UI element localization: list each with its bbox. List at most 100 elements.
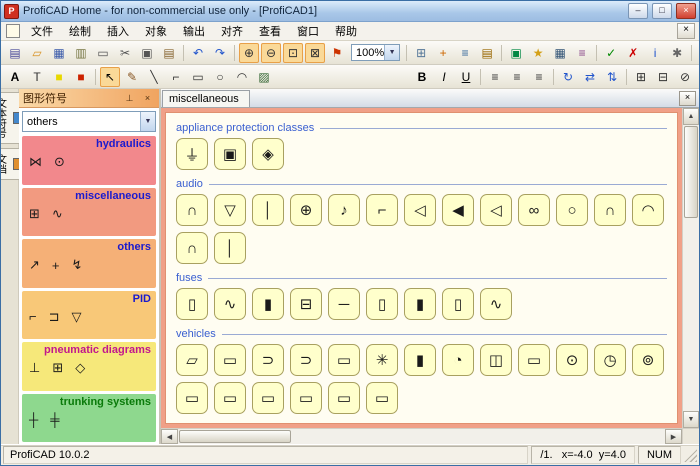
redo-icon[interactable]: ↷ (210, 43, 230, 63)
undo-icon[interactable]: ↶ (188, 43, 208, 63)
layers-icon[interactable]: ≡ (455, 43, 475, 63)
pin-icon[interactable]: ⊥ (122, 91, 137, 106)
symbol-button[interactable]: ─ (328, 288, 360, 320)
symbol-button[interactable]: ▯ (366, 288, 398, 320)
symbol-button[interactable]: ▯ (176, 288, 208, 320)
polyline-tool-icon[interactable]: ⌐ (166, 67, 186, 87)
symbol-button[interactable]: ▣ (214, 138, 246, 170)
symbol-button[interactable]: ▽ (214, 194, 246, 226)
symbol-button[interactable]: ▭ (328, 382, 360, 414)
symbol-button[interactable]: ∞ (518, 194, 550, 226)
symbol-button[interactable]: ♪ (328, 194, 360, 226)
zoom-dropdown-arrow-icon[interactable]: ▼ (384, 45, 399, 60)
align-left-icon[interactable]: ≡ (485, 67, 505, 87)
zoom-combobox[interactable]: 100% ▼ (351, 44, 400, 61)
rotate-icon[interactable]: ↻ (558, 67, 578, 87)
pages-icon[interactable]: ▤ (477, 43, 497, 63)
category-symbol-glyph[interactable]: ⊐ (49, 309, 60, 325)
fill-color-icon[interactable]: ■ (49, 67, 69, 87)
symbol-button[interactable]: ◁ (404, 194, 436, 226)
symbol-button[interactable]: ▭ (214, 344, 246, 376)
menu-item-6[interactable]: 对齐 (213, 21, 251, 41)
import-icon[interactable]: ▥ (71, 43, 91, 63)
symbol-button[interactable]: ◁ (480, 194, 512, 226)
symbol-button[interactable]: ▯ (442, 288, 474, 320)
tab-miscellaneous[interactable]: miscellaneous (162, 90, 250, 107)
symbol-button[interactable]: ◠ (632, 194, 664, 226)
category-trunking-systems[interactable]: trunking systems┼╪ (22, 394, 156, 443)
symbol-button[interactable]: ∩ (176, 194, 208, 226)
arc-tool-icon[interactable]: ◠ (232, 67, 252, 87)
menu-item-2[interactable]: 绘制 (61, 21, 99, 41)
category-symbol-glyph[interactable]: ⊞ (29, 206, 40, 222)
symbol-button[interactable]: ◷ (594, 344, 626, 376)
text-list-icon[interactable]: ≡ (572, 43, 592, 63)
line-color-icon[interactable]: ■ (71, 67, 91, 87)
symbol-button[interactable]: ▮ (404, 288, 436, 320)
symbol-button[interactable]: ▭ (176, 382, 208, 414)
symbol-button[interactable]: ◔ (442, 344, 474, 376)
grid-icon[interactable]: ⊞ (411, 43, 431, 63)
flip-vertical-icon[interactable]: ⇅ (602, 67, 622, 87)
symbol-button[interactable]: │ (252, 194, 284, 226)
cut-icon[interactable]: ✂ (115, 43, 135, 63)
menu-item-4[interactable]: 对象 (137, 21, 175, 41)
category-hydraulics[interactable]: hydraulics⋈⊙ (22, 136, 156, 185)
category-pid[interactable]: PID⌐⊐▽ (22, 291, 156, 340)
symbol-button[interactable]: ∿ (214, 288, 246, 320)
settings-icon[interactable]: ✱ (667, 43, 687, 63)
symbol-button[interactable]: ▮ (252, 288, 284, 320)
symbol-button[interactable]: ◈ (252, 138, 284, 170)
symbol-button[interactable]: ∩ (594, 194, 626, 226)
vertical-scrollbar[interactable]: ▲ ▼ (682, 108, 699, 428)
symbol-button[interactable]: ▭ (328, 344, 360, 376)
symbol-button[interactable]: ▭ (366, 382, 398, 414)
panel-close-icon[interactable]: × (140, 91, 155, 106)
symbol-button[interactable]: ⊃ (290, 344, 322, 376)
category-symbol-glyph[interactable]: ∿ (52, 206, 63, 222)
zoom-in-icon[interactable]: ⊕ (239, 43, 259, 63)
resize-grip[interactable] (684, 449, 697, 462)
vertical-scroll-thumb[interactable] (684, 126, 698, 218)
paste-icon[interactable]: ▤ (159, 43, 179, 63)
category-symbol-glyph[interactable]: ⌐ (29, 309, 37, 324)
delete-icon[interactable]: ✗ (623, 43, 643, 63)
align-center-icon[interactable]: ≡ (507, 67, 527, 87)
explorer-icon[interactable]: ▦ (550, 43, 570, 63)
ellipse-tool-icon[interactable]: ○ (210, 67, 230, 87)
scroll-right-icon[interactable]: ▶ (665, 429, 682, 444)
close-button[interactable]: × (676, 3, 696, 19)
category-symbol-glyph[interactable]: ⊞ (52, 360, 63, 376)
category-pneumatic-diagrams[interactable]: pneumatic diagrams⊥⊞◇ (22, 342, 156, 391)
category-others[interactable]: others↗+↯ (22, 239, 156, 288)
image-tool-icon[interactable]: ▨ (254, 67, 274, 87)
symbol-button[interactable]: ⊕ (290, 194, 322, 226)
symbol-button[interactable]: ▮ (404, 344, 436, 376)
line-tool-icon[interactable]: ╲ (144, 67, 164, 87)
ungroup-icon[interactable]: ⊟ (653, 67, 673, 87)
symbol-button[interactable]: │ (214, 232, 246, 264)
symbol-button[interactable]: ⏚ (176, 138, 208, 170)
symbol-button[interactable]: ⊙ (556, 344, 588, 376)
category-symbol-glyph[interactable]: ╪ (50, 412, 59, 427)
scroll-up-icon[interactable]: ▲ (683, 108, 699, 125)
category-symbol-glyph[interactable]: ▽ (72, 309, 82, 325)
underline-icon[interactable]: U (456, 67, 476, 87)
category-symbol-glyph[interactable]: ⊥ (29, 360, 40, 376)
italic-icon[interactable]: I (434, 67, 454, 87)
scroll-down-icon[interactable]: ▼ (683, 411, 699, 428)
symbol-button[interactable]: ⊚ (632, 344, 664, 376)
zoom-out-icon[interactable]: ⊖ (261, 43, 281, 63)
rectangle-tool-icon[interactable]: ▭ (188, 67, 208, 87)
text-style-icon[interactable]: T (27, 67, 47, 87)
symbol-button[interactable]: ○ (556, 194, 588, 226)
menu-item-5[interactable]: 输出 (175, 21, 213, 41)
info-icon[interactable]: i (645, 43, 665, 63)
pan-icon[interactable]: ⚑ (327, 43, 347, 63)
open-file-icon[interactable]: ▱ (27, 43, 47, 63)
category-miscellaneous[interactable]: miscellaneous⊞∿ (22, 188, 156, 237)
menu-item-9[interactable]: 帮助 (327, 21, 365, 41)
bold-icon[interactable]: B (412, 67, 432, 87)
check-icon[interactable]: ✓ (601, 43, 621, 63)
category-symbol-glyph[interactable]: ⊙ (54, 154, 65, 170)
